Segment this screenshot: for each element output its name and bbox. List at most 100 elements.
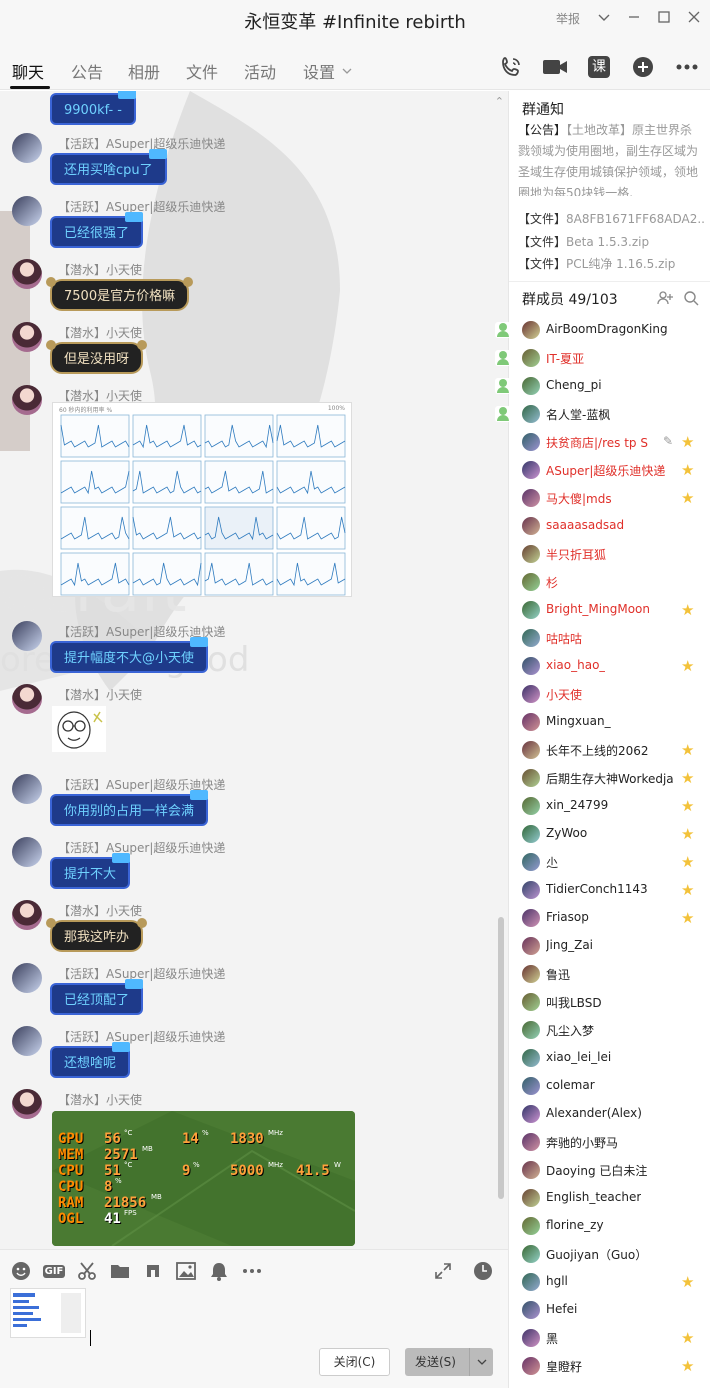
- chevron-down-icon[interactable]: [342, 63, 352, 78]
- member-avatar[interactable]: [522, 1357, 540, 1375]
- sender-name[interactable]: 【潜水】小天使: [58, 261, 142, 278]
- member-avatar[interactable]: [522, 517, 540, 535]
- member-avatar[interactable]: [522, 825, 540, 843]
- avatar[interactable]: [12, 385, 42, 415]
- member-avatar[interactable]: [522, 1077, 540, 1095]
- avatar[interactable]: [12, 1026, 42, 1056]
- member-item[interactable]: 鲁迅: [509, 961, 710, 989]
- more-icon[interactable]: [674, 54, 700, 80]
- message-bubble[interactable]: 还想啥呢: [50, 1042, 131, 1078]
- member-avatar[interactable]: [522, 797, 540, 815]
- avatar[interactable]: [12, 133, 42, 163]
- member-item[interactable]: Cheng_pi: [495, 373, 710, 401]
- sender-name[interactable]: 【潜水】小天使: [58, 1091, 142, 1108]
- bell-icon[interactable]: [208, 1260, 230, 1282]
- member-item[interactable]: 凡尘入梦: [509, 1017, 710, 1045]
- member-avatar[interactable]: [522, 461, 540, 479]
- member-item[interactable]: Mingxuan_: [509, 709, 710, 737]
- folder-icon[interactable]: [109, 1260, 131, 1282]
- member-avatar[interactable]: [522, 601, 540, 619]
- emoji-icon[interactable]: [10, 1260, 32, 1282]
- member-avatar[interactable]: [522, 377, 540, 395]
- message-bubble[interactable]: 那我这咋办: [45, 918, 148, 952]
- message-bubble[interactable]: 你用别的占用一样会满: [50, 790, 209, 826]
- gif-icon[interactable]: GIF: [42, 1260, 66, 1282]
- avatar[interactable]: [12, 1089, 42, 1119]
- member-item[interactable]: Daoying 已白未注: [509, 1157, 710, 1185]
- chevron-down-icon[interactable]: [469, 1348, 493, 1376]
- sender-name[interactable]: 【潜水】小天使: [58, 902, 142, 919]
- message-bubble[interactable]: 9900kf- -: [50, 91, 136, 125]
- sender-name[interactable]: 【活跃】ASuper|超级乐迪快递: [58, 839, 225, 856]
- member-item[interactable]: Hefei: [509, 1297, 710, 1325]
- add-member-icon[interactable]: [657, 290, 673, 310]
- member-avatar[interactable]: [522, 1189, 540, 1207]
- member-avatar[interactable]: [522, 573, 540, 591]
- member-avatar[interactable]: [522, 1329, 540, 1347]
- tab-activity[interactable]: 活动: [244, 59, 276, 83]
- music-icon[interactable]: [142, 1260, 164, 1282]
- avatar[interactable]: [12, 621, 42, 651]
- member-avatar[interactable]: [522, 489, 540, 507]
- member-avatar[interactable]: [522, 1133, 540, 1151]
- member-avatar[interactable]: [522, 741, 540, 759]
- member-item[interactable]: ASuper|超级乐迪快递 ★: [509, 457, 710, 485]
- add-icon[interactable]: [630, 54, 656, 80]
- member-item[interactable]: colemar: [509, 1073, 710, 1101]
- member-avatar[interactable]: [522, 349, 540, 367]
- minimize-icon[interactable]: [628, 11, 640, 27]
- tab-album[interactable]: 相册: [128, 59, 160, 83]
- member-item[interactable]: IT-夏亚: [495, 345, 710, 373]
- send-button[interactable]: 发送(S): [405, 1348, 493, 1376]
- member-item[interactable]: 奔驰的小野马: [509, 1129, 710, 1157]
- member-item[interactable]: 杉: [509, 569, 710, 597]
- expand-icon[interactable]: [432, 1260, 454, 1282]
- member-avatar[interactable]: [522, 1301, 540, 1319]
- edit-icon[interactable]: ✎: [663, 434, 673, 448]
- member-item[interactable]: 名人堂-蓝枫: [495, 401, 710, 429]
- game-stats-screenshot[interactable]: GPU 56 °C 14% 1830 MHz MEM 2571 MB CPU 51 °C 9% 5000 M…: [52, 1111, 355, 1246]
- member-item[interactable]: AirBoomDragonKing: [495, 317, 710, 345]
- member-item[interactable]: Friasop ★: [509, 905, 710, 933]
- image-icon[interactable]: [175, 1260, 197, 1282]
- member-avatar[interactable]: [522, 881, 540, 899]
- avatar[interactable]: [12, 322, 42, 352]
- close-icon[interactable]: [688, 11, 700, 27]
- member-item[interactable]: TidierConch1143 ★: [509, 877, 710, 905]
- video-icon[interactable]: [542, 54, 568, 80]
- member-avatar[interactable]: [522, 909, 540, 927]
- member-item[interactable]: 马大傻|mds ★: [509, 485, 710, 513]
- member-avatar[interactable]: [522, 1161, 540, 1179]
- class-icon[interactable]: 课: [586, 54, 612, 80]
- message-bubble[interactable]: 提升不大: [50, 853, 131, 889]
- message-bubble[interactable]: 已经很强了: [50, 212, 144, 248]
- member-avatar[interactable]: [522, 545, 540, 563]
- member-item[interactable]: xiao_lei_lei: [509, 1045, 710, 1073]
- member-avatar[interactable]: [522, 853, 540, 871]
- message-bubble[interactable]: 还用买啥cpu了: [50, 149, 167, 185]
- member-item[interactable]: 叫我LBSD: [509, 989, 710, 1017]
- member-avatar[interactable]: [522, 769, 540, 787]
- member-item[interactable]: xin_24799 ★: [509, 793, 710, 821]
- avatar[interactable]: [12, 900, 42, 930]
- chevron-down-icon[interactable]: [598, 11, 610, 26]
- member-item[interactable]: xiao_hao_ ★: [509, 653, 710, 681]
- member-item[interactable]: English_teacher: [509, 1185, 710, 1213]
- member-avatar[interactable]: [522, 937, 540, 955]
- maximize-icon[interactable]: [658, 10, 670, 27]
- file-item[interactable]: 【文件】8A8FB1671FF68ADA2...: [518, 210, 704, 227]
- member-avatar[interactable]: [522, 629, 540, 647]
- member-item[interactable]: 皇瞪籽 ★: [509, 1353, 710, 1381]
- file-item[interactable]: 【文件】Beta 1.5.3.zip: [518, 233, 704, 250]
- member-avatar[interactable]: [522, 685, 540, 703]
- chat-area[interactable]: ecraft ore more good ⌃ 9900kf- - 【活跃】ASu…: [0, 91, 508, 1249]
- member-item[interactable]: Bright_MingMoon ★: [509, 597, 710, 625]
- attached-image-thumbnail[interactable]: [10, 1288, 86, 1338]
- sender-name[interactable]: 【潜水】小天使: [58, 686, 142, 703]
- sender-name[interactable]: 【活跃】ASuper|超级乐迪快递: [58, 1028, 225, 1045]
- avatar[interactable]: [12, 259, 42, 289]
- member-avatar[interactable]: [522, 1273, 540, 1291]
- sender-name[interactable]: 【潜水】小天使: [58, 324, 142, 341]
- member-item[interactable]: hgll ★: [509, 1269, 710, 1297]
- file-item[interactable]: 【文件】PCL纯净 1.16.5.zip: [518, 255, 704, 272]
